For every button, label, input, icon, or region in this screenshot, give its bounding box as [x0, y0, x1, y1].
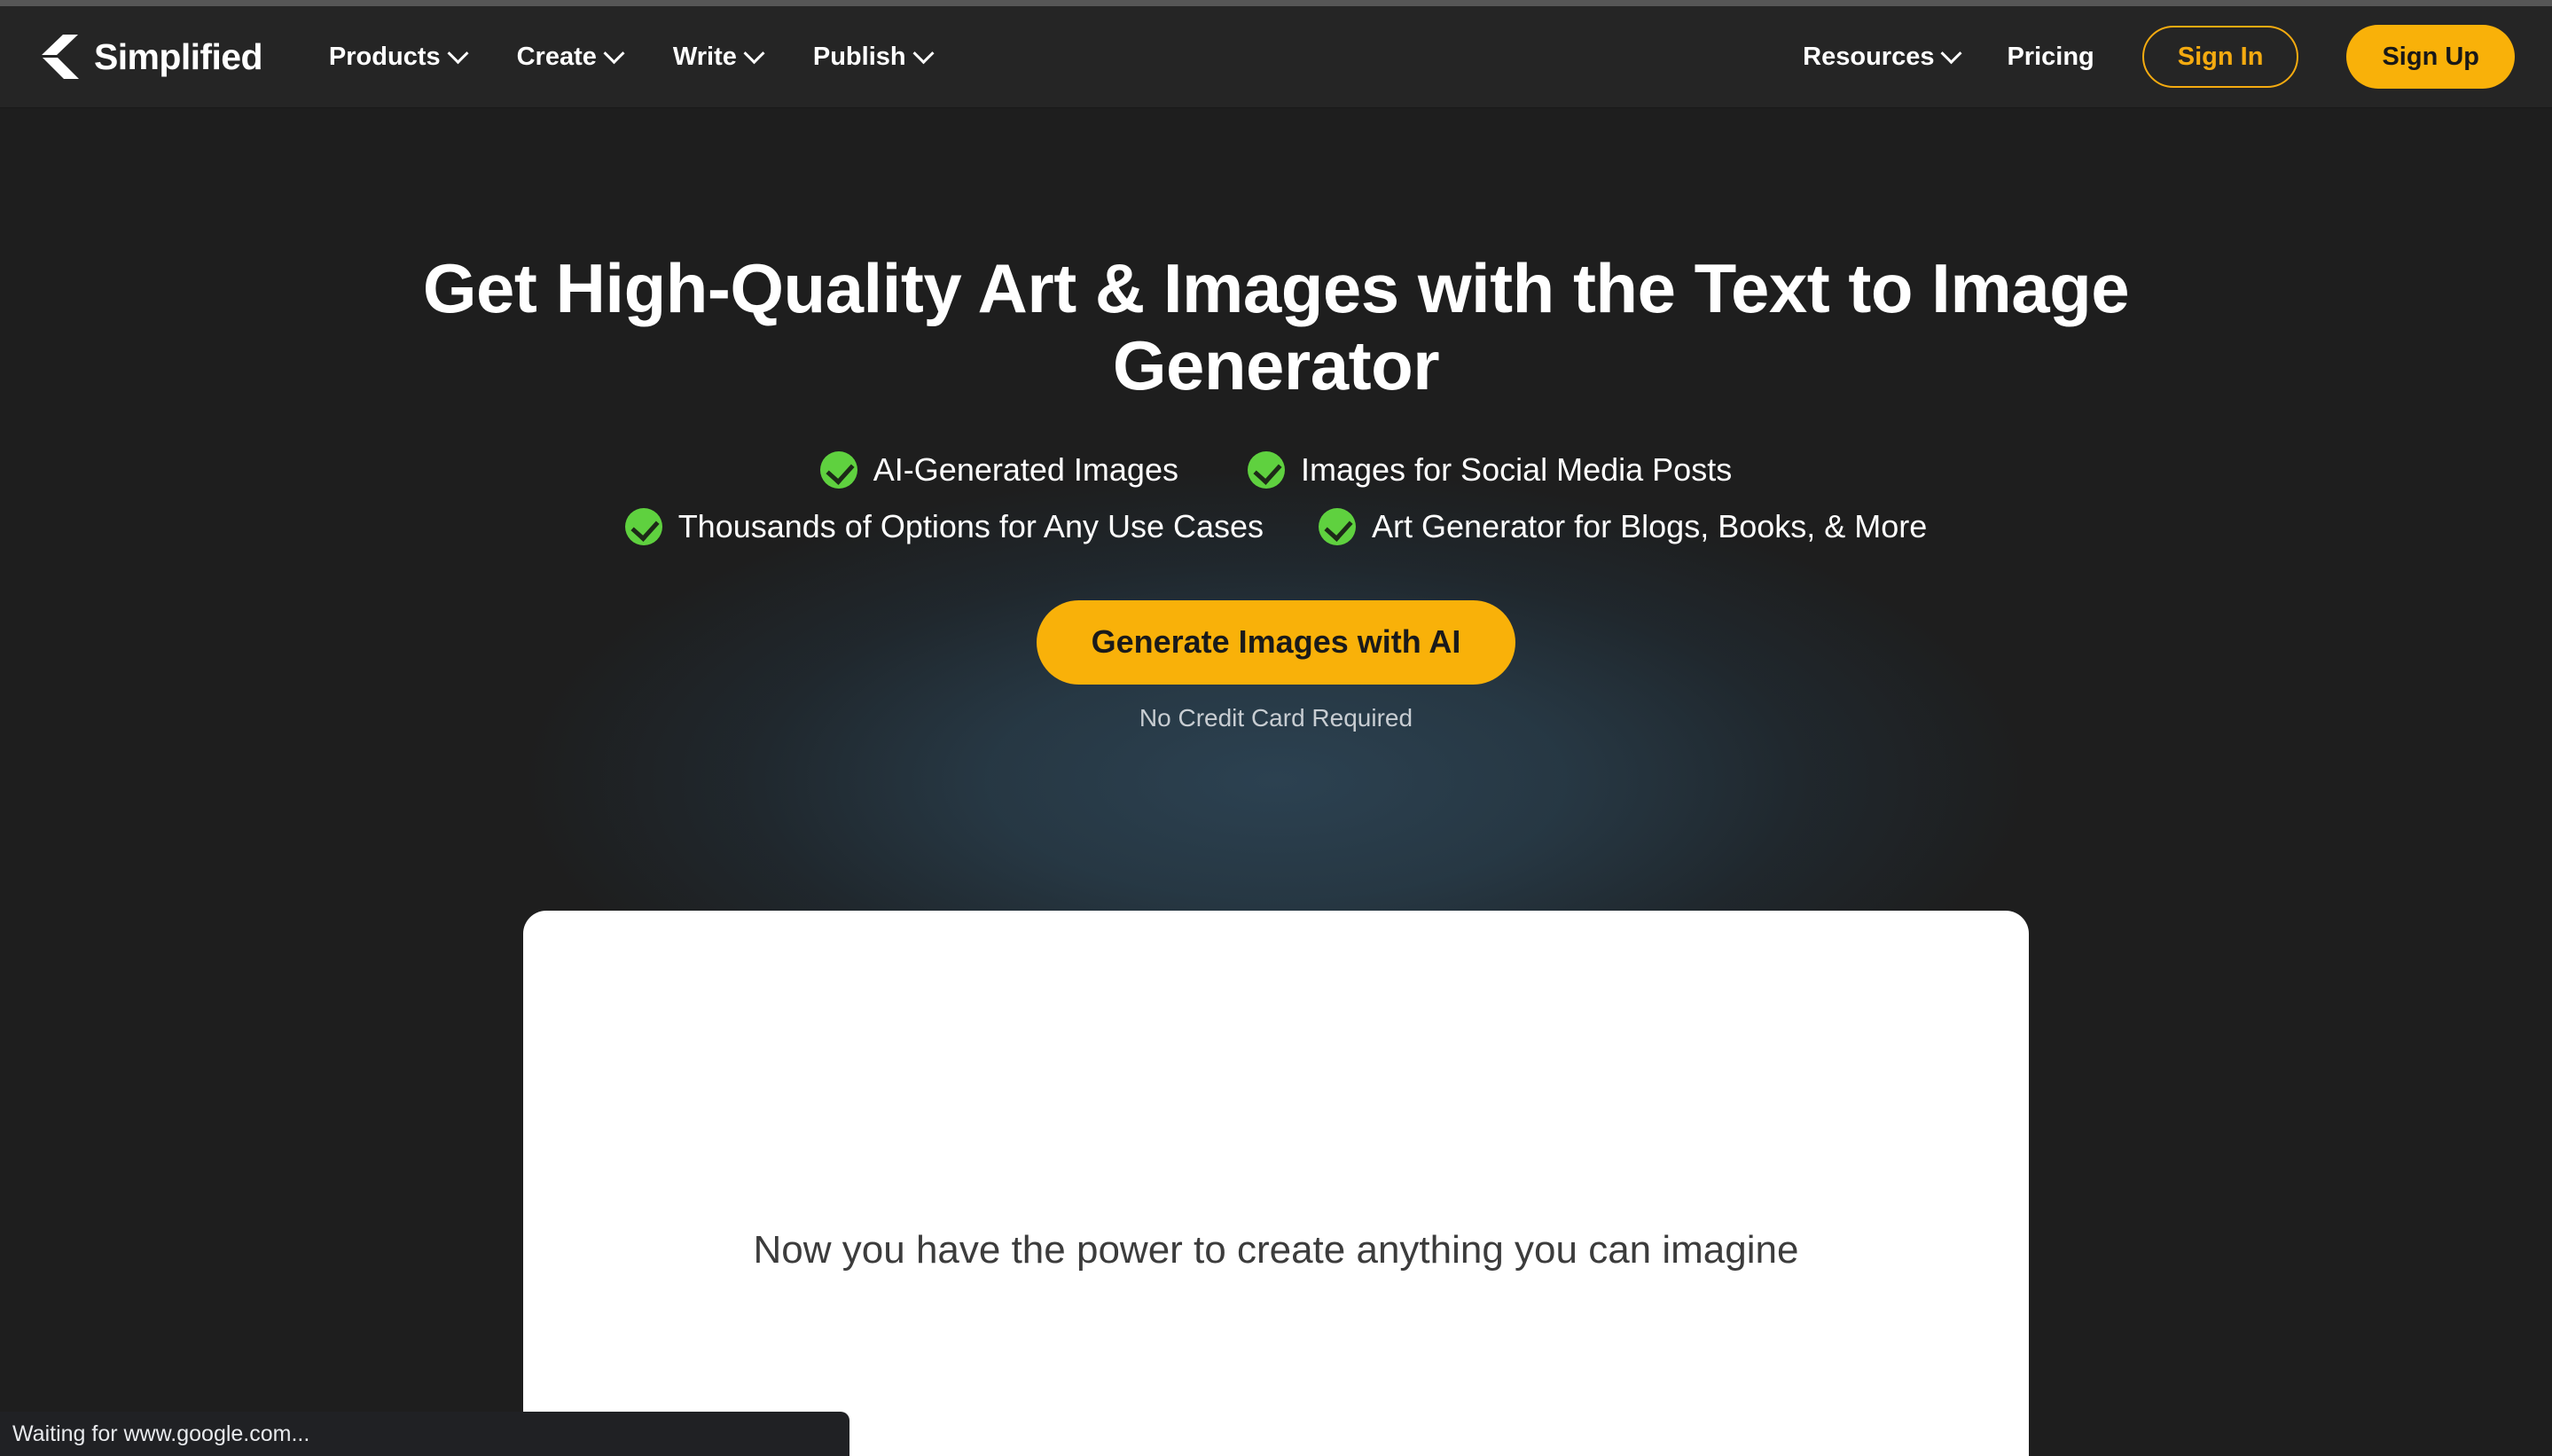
hero-feature-list: AI-Generated Images Images for Social Me…	[0, 450, 2552, 545]
nav-item-pricing[interactable]: Pricing	[2007, 43, 2094, 72]
feature-row: Thousands of Options for Any Use Cases A…	[624, 507, 1928, 545]
feature-item-social-media-posts: Images for Social Media Posts	[1247, 450, 1733, 489]
nav-item-label: Pricing	[2007, 42, 2094, 71]
nav-item-label: Create	[516, 42, 597, 71]
chevron-down-icon	[743, 42, 765, 64]
feature-label: AI-Generated Images	[873, 450, 1178, 488]
page-root: Simplified Products Create Write Publish	[0, 0, 2552, 1456]
brand-logo[interactable]: Simplified	[39, 34, 263, 80]
brand-name: Simplified	[94, 35, 263, 77]
nav-item-write[interactable]: Write	[672, 42, 765, 72]
feature-label: Art Generator for Blogs, Books, & More	[1372, 507, 1928, 544]
nav-item-publish[interactable]: Publish	[812, 42, 935, 72]
nav-item-label: Products	[328, 42, 441, 71]
generate-images-button[interactable]: Generate Images with AI	[1036, 599, 1516, 685]
feature-label: Images for Social Media Posts	[1300, 450, 1733, 488]
browser-status-bar: Waiting for www.google.com...	[0, 1412, 849, 1456]
status-text: Waiting for www.google.com...	[12, 1421, 310, 1446]
feature-item-ai-generated-images: AI-Generated Images	[819, 450, 1178, 489]
sign-up-button[interactable]: Sign Up	[2346, 25, 2515, 89]
nav-item-create[interactable]: Create	[516, 42, 625, 72]
nav-item-products[interactable]: Products	[328, 42, 469, 72]
chevron-down-icon	[603, 42, 625, 64]
page-title: Get High-Quality Art & Images with the T…	[422, 249, 2130, 405]
chevron-down-icon	[912, 42, 935, 64]
feature-item-thousands-of-options: Thousands of Options for Any Use Cases	[624, 507, 1264, 545]
chevron-down-icon	[447, 42, 469, 64]
sign-in-button[interactable]: Sign In	[2141, 26, 2299, 88]
nav-item-label: Write	[672, 42, 737, 71]
header-actions: Resources Pricing Sign In Sign Up	[1803, 25, 2515, 89]
browser-chrome-strip	[0, 0, 2552, 6]
nav-item-resources[interactable]: Resources	[1803, 42, 1962, 72]
feature-label: Thousands of Options for Any Use Cases	[677, 507, 1264, 544]
nav-item-label: Publish	[812, 42, 906, 71]
feature-item-art-generator: Art Generator for Blogs, Books, & More	[1319, 507, 1928, 545]
check-circle-icon	[819, 450, 857, 489]
chevron-down-icon	[1940, 42, 1962, 64]
preview-card-caption: Now you have the power to create anythin…	[753, 1228, 1799, 1272]
preview-card: Now you have the power to create anythin…	[523, 911, 2029, 1456]
hero-section: Get High-Quality Art & Images with the T…	[0, 108, 2552, 732]
cta-note: No Credit Card Required	[1139, 703, 1413, 732]
check-circle-icon	[1247, 450, 1285, 489]
hero-cta: Generate Images with AI No Credit Card R…	[0, 599, 2552, 732]
check-circle-icon	[1319, 507, 1357, 545]
feature-row: AI-Generated Images Images for Social Me…	[819, 450, 1733, 489]
simplified-logo-icon	[39, 34, 82, 80]
main-navigation: Products Create Write Publish	[328, 42, 935, 72]
nav-item-label: Resources	[1803, 42, 1935, 71]
check-circle-icon	[624, 507, 662, 545]
site-header: Simplified Products Create Write Publish	[0, 6, 2552, 108]
